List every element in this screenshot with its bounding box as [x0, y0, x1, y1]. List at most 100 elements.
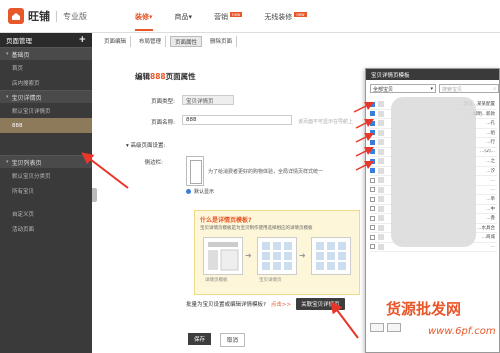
obscured-region	[391, 97, 476, 247]
row-checkbox[interactable]	[370, 234, 375, 240]
tab-delete-page[interactable]: 删除页面	[206, 36, 238, 47]
sidebar-group-basic[interactable]: 基础页	[0, 47, 92, 60]
row-checkbox[interactable]	[370, 196, 375, 202]
nav-products[interactable]: 商品▾	[175, 12, 193, 22]
product-search-input[interactable]: 搜索宝贝 ⌕	[439, 84, 499, 93]
main-nav: 装修▾ 商品▾ 营销 new 无线装修 new	[135, 12, 307, 31]
product-thumbnail	[378, 158, 384, 165]
row-checkbox[interactable]	[370, 120, 375, 126]
product-filter-select[interactable]: 全部宝贝 ▾	[370, 84, 436, 93]
dialog-filter: 全部宝贝 ▾ 搜索宝贝 ⌕	[370, 84, 499, 93]
batch-link[interactable]: 点击>>	[271, 300, 291, 308]
page-title: 编辑888页面属性	[135, 72, 196, 81]
cancel-button[interactable]: 取消	[220, 333, 246, 347]
row-checkbox[interactable]	[370, 168, 375, 174]
logo[interactable]: 旺铺 专业版	[8, 8, 87, 24]
arrow-right-icon: ➜	[299, 251, 306, 260]
page-type-label: 页面类型:	[151, 99, 175, 105]
watermark-text: 货源批发网	[386, 300, 462, 318]
chevron-down-icon: ▾	[430, 86, 433, 92]
row-checkbox[interactable]	[370, 225, 375, 231]
row-checkbox[interactable]	[370, 244, 375, 250]
top-bar: 旺铺 专业版 装修▾ 商品▾ 营销 new 无线装修 new	[0, 0, 500, 33]
product-thumbnail	[378, 243, 384, 250]
page-type-field: 宝贝详情页	[182, 95, 234, 105]
tip-desc: 宝贝详情页模板是为宝贝制作使用选择相应的详情页模板	[200, 226, 313, 231]
sidebar-item-activity[interactable]: 活动页面	[0, 221, 92, 236]
dialog-title: 宝贝详情页模板	[366, 69, 499, 80]
sidebar-item-all-products[interactable]: 所有宝贝	[0, 183, 92, 198]
sidebar-item-search[interactable]: 店内搜索页	[0, 75, 92, 90]
tip-caption-detail: 宝贝详情页	[259, 278, 282, 283]
sidebar-group-detail[interactable]: 宝贝详情页	[0, 90, 92, 103]
chevron-down-icon: ▾	[149, 13, 153, 21]
sidebar-group-list[interactable]: 宝贝列表页	[0, 155, 92, 168]
tab-layout[interactable]: 布局管理	[135, 36, 167, 47]
default-show-radio[interactable]: 默认显示	[186, 188, 214, 195]
row-checkbox[interactable]	[370, 111, 375, 117]
product-thumbnail	[378, 196, 384, 203]
sidebar-desc: 为了给消费者更好的购物体验，全局详情页样式统一	[208, 169, 324, 175]
row-checkbox[interactable]	[370, 149, 375, 155]
row-checkbox[interactable]	[370, 139, 375, 145]
row-checkbox[interactable]	[370, 187, 375, 193]
product-thumbnail	[378, 139, 384, 146]
tip-title: 什么是详情页模板?	[200, 217, 252, 224]
product-thumbnail	[378, 101, 384, 108]
sidebar-setting-label: 侧边栏:	[144, 160, 163, 166]
tab-page-edit[interactable]: 页面编辑	[100, 36, 132, 47]
batch-row: 批量为宝贝设置或编辑详情模板? 点击>> 关联宝贝详情页	[186, 298, 345, 310]
product-thumbnail	[378, 177, 384, 184]
arrow-right-icon: ➜	[245, 251, 252, 260]
nav-marketing[interactable]: 营销 new	[214, 12, 243, 22]
nav-mobile-decorate[interactable]: 无线装修 new	[264, 12, 307, 22]
new-badge: new	[294, 12, 307, 17]
grid-diagram	[257, 237, 297, 275]
chevron-down-icon: ▾	[188, 13, 193, 21]
sidebar-item-default-category[interactable]: 默认宝贝分类页	[0, 168, 92, 183]
home-icon	[8, 8, 24, 24]
save-button[interactable]: 保存	[188, 333, 212, 345]
sidebar-header: 页面管理 +	[0, 33, 92, 47]
associate-detail-button[interactable]: 关联宝贝详情页	[296, 298, 345, 310]
tip-caption-template: 详情页模板	[205, 278, 228, 283]
row-checkbox[interactable]	[370, 177, 375, 183]
tab-page-props[interactable]: 页面属性	[170, 36, 203, 47]
radio-dot	[186, 189, 191, 194]
sidebar-item-default-detail[interactable]: 默认宝贝详情页	[0, 103, 92, 118]
nav-decorate[interactable]: 装修▾	[135, 12, 153, 31]
product-thumbnail	[378, 110, 384, 117]
add-icon[interactable]: +	[78, 35, 86, 45]
product-thumbnail	[378, 224, 384, 231]
sidebar-item-home[interactable]: 首页	[0, 60, 92, 75]
product-thumbnail	[378, 234, 384, 241]
page-name-input[interactable]: 888	[182, 115, 292, 125]
edition-label: 专业版	[56, 10, 87, 22]
template-diagram	[203, 237, 243, 275]
sidebar-item-custom[interactable]: 自定义页	[0, 206, 92, 221]
row-checkbox[interactable]	[370, 101, 375, 107]
page-name-hint: 该页面不可显示在导航上	[298, 119, 354, 125]
grid-diagram	[311, 237, 351, 275]
product-thumbnail	[378, 205, 384, 212]
next-page-button[interactable]	[387, 323, 401, 332]
brand-name: 旺铺	[28, 10, 50, 23]
advanced-settings-toggle[interactable]: 高级页面设置:	[126, 141, 166, 149]
row-checkbox[interactable]	[370, 215, 375, 221]
prev-page-button[interactable]	[370, 323, 384, 332]
sidebar-item-888[interactable]: 888	[0, 118, 92, 133]
row-checkbox[interactable]	[370, 206, 375, 212]
watermark-url: www.6pf.com	[428, 326, 496, 337]
row-checkbox[interactable]	[370, 130, 375, 136]
row-checkbox[interactable]	[370, 158, 375, 164]
product-thumbnail	[378, 215, 384, 222]
product-thumbnail	[378, 129, 384, 136]
sidebar-collapse-handle[interactable]	[92, 188, 97, 202]
batch-label: 批量为宝贝设置或编辑详情模板?	[186, 302, 266, 308]
product-thumbnail	[378, 186, 384, 193]
arrow-to-associate-button	[330, 301, 359, 339]
dialog-pager	[370, 323, 401, 332]
search-icon: ⌕	[493, 86, 496, 92]
